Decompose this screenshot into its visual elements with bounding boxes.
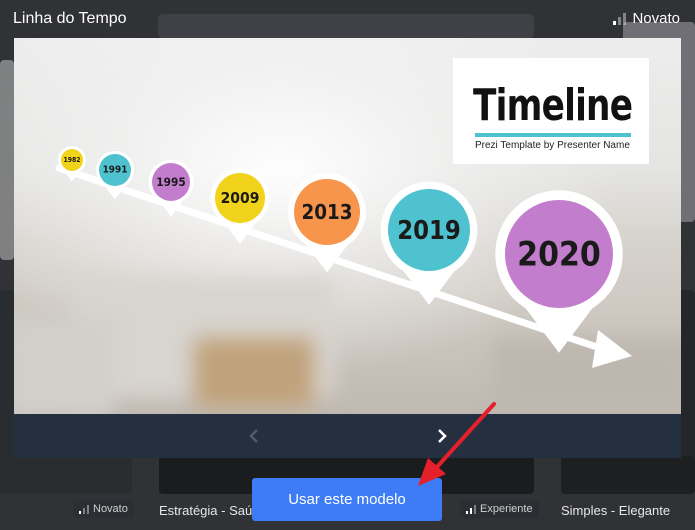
level-icon bbox=[79, 504, 89, 514]
gallery-badge-novato: Novato bbox=[73, 500, 134, 518]
pin-year-label: 1991 bbox=[103, 165, 128, 176]
pin-year-label: 1982 bbox=[63, 156, 80, 164]
prev-slide-button[interactable] bbox=[234, 414, 274, 458]
gallery-badge-experiente: Experiente bbox=[460, 500, 539, 518]
level-icon bbox=[466, 504, 476, 514]
gallery-card-label: Estratégia - Saú bbox=[159, 503, 253, 518]
pin-year-label: 2013 bbox=[301, 200, 352, 224]
chevron-right-icon bbox=[438, 429, 447, 443]
chevron-left-icon bbox=[249, 429, 258, 443]
arrow-head-icon bbox=[592, 330, 632, 368]
timeline-pin-2019: 2019 bbox=[380, 181, 478, 305]
pin-year-label: 2020 bbox=[517, 235, 601, 274]
level-indicator: Novato bbox=[613, 10, 680, 27]
gallery-card-label: Simples - Elegante bbox=[561, 503, 671, 518]
modal-title: Linha do Tempo bbox=[13, 10, 127, 27]
title-card: Timeline Prezi Template by Presenter Nam… bbox=[453, 58, 649, 164]
pin-year-label: 1995 bbox=[156, 175, 185, 189]
pin-year-label: 2019 bbox=[397, 215, 461, 245]
next-slide-button[interactable] bbox=[422, 414, 462, 458]
heading-underline bbox=[475, 133, 631, 137]
slide-heading: Timeline bbox=[473, 80, 633, 131]
template-preview: 1982 1991 1995 2009 2013 2019 2020 Timeline Pr… bbox=[14, 38, 681, 414]
slide-subheading: Prezi Template by Presenter Name bbox=[475, 140, 630, 151]
slide-nav-bar bbox=[14, 414, 681, 458]
timeline-pins: 1982 1991 1995 2009 2013 2019 2020 bbox=[58, 146, 623, 353]
timeline-pin-2013: 2013 bbox=[288, 173, 366, 273]
timeline-pin-2020: 2020 bbox=[495, 190, 623, 353]
use-template-button[interactable]: Usar este modelo bbox=[252, 478, 442, 521]
pin-year-label: 2009 bbox=[221, 189, 260, 207]
level-icon bbox=[613, 12, 627, 25]
